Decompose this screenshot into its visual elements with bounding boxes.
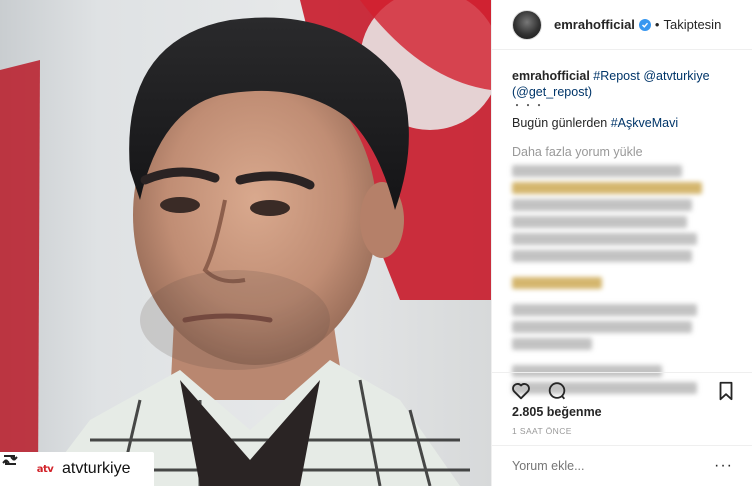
likes-count[interactable]: 2.805 beğenme xyxy=(512,405,602,419)
comment-line xyxy=(512,277,602,289)
action-bar xyxy=(492,372,752,402)
comment-line xyxy=(512,199,692,211)
caption-username[interactable]: emrahofficial xyxy=(512,69,590,83)
atv-logo: atv xyxy=(36,463,54,475)
caption-emoji-line: ・・・ xyxy=(512,101,545,112)
caption-text: Bugün günlerden xyxy=(512,116,608,130)
caption-hashtag[interactable]: #AşkveMavi xyxy=(611,116,678,130)
post-header: emrahofficial • Takiptesin xyxy=(492,0,752,50)
load-more-comments[interactable]: Daha fazla yorum yükle xyxy=(512,145,732,159)
blurred-comments xyxy=(512,165,732,394)
heart-icon[interactable] xyxy=(510,380,532,402)
comment-line xyxy=(512,182,702,194)
comment-line xyxy=(512,233,697,245)
post-photo[interactable]: atv atvturkiye xyxy=(0,0,491,486)
caption-body: Bugün günlerden #AşkveMavi xyxy=(512,115,732,131)
comment-line xyxy=(512,304,697,316)
verified-badge-icon xyxy=(638,18,651,31)
portrait-illustration xyxy=(0,0,491,486)
comment-line xyxy=(512,338,592,350)
repost-hashtag[interactable]: #Repost xyxy=(593,69,640,83)
repost-icon xyxy=(2,455,28,477)
author-username[interactable]: emrahofficial xyxy=(554,17,635,32)
bookmark-icon[interactable] xyxy=(715,380,737,402)
caption: emrahofficial #Repost @atvturkiye (@get_… xyxy=(492,50,752,131)
follow-button[interactable]: Takiptesin xyxy=(663,17,721,32)
post-side-panel: emrahofficial • Takiptesin emrahofficial… xyxy=(491,0,752,486)
comment-form: ··· xyxy=(492,445,752,486)
comment-icon[interactable] xyxy=(546,380,568,402)
repost-mention[interactable]: @atvturkiye xyxy=(643,69,709,83)
separator-dot: • xyxy=(654,17,660,32)
comment-input[interactable] xyxy=(512,459,712,473)
post-time[interactable]: 1 SAAT ÖNCE xyxy=(512,426,572,436)
comment-line xyxy=(512,165,682,177)
repost-username: atvturkiye xyxy=(62,460,131,477)
comment-line xyxy=(512,321,692,333)
repost-badge: atv atvturkiye xyxy=(0,452,154,486)
avatar[interactable] xyxy=(512,9,542,40)
comment-line xyxy=(512,216,687,228)
more-options-icon[interactable]: ··· xyxy=(714,457,733,475)
get-repost-mention[interactable]: (@get_repost) xyxy=(512,84,732,100)
comment-line xyxy=(512,250,692,262)
